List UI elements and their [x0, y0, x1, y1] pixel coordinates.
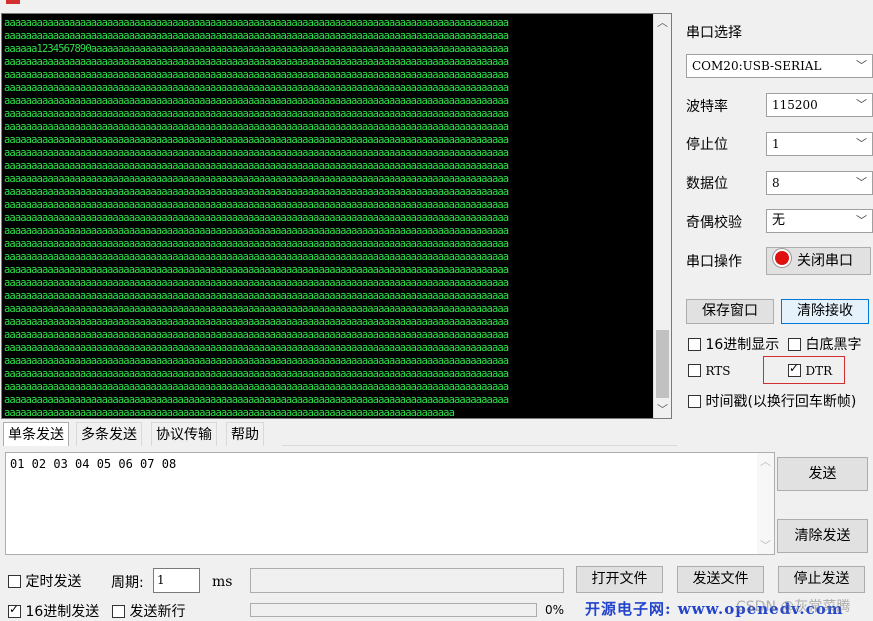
clear-send-button[interactable]: 清除发送 [777, 519, 868, 553]
tab-multi-send[interactable]: 多条发送 [76, 422, 142, 446]
baud-value: 115200 [772, 98, 818, 112]
period-unit: ms [212, 574, 233, 590]
tab-divider [282, 445, 677, 446]
save-window-button[interactable]: 保存窗口 [686, 299, 774, 324]
send-text: 01 02 03 04 05 06 07 08 [10, 457, 177, 471]
timestamp-checkbox[interactable] [688, 395, 701, 408]
watermark: CSDN @灰常菜腾 [736, 599, 851, 615]
scroll-down-icon[interactable]: ﹀ [654, 401, 671, 418]
chevron-down-icon: ﹀ [856, 214, 867, 227]
progress-percent: 0% [545, 603, 565, 617]
stop-bits-select[interactable]: 1 ﹀ [766, 132, 873, 156]
hex-send-option[interactable]: 16进制发送 [8, 601, 99, 621]
timed-send-label: 定时发送 [25, 574, 82, 590]
data-bits-select[interactable]: 8 ﹀ [766, 171, 873, 195]
send-newline-checkbox[interactable] [112, 605, 125, 618]
open-file-button[interactable]: 打开文件 [576, 566, 663, 593]
send-newline-option[interactable]: 发送新行 [112, 601, 185, 621]
dtr-label: DTR [805, 364, 833, 378]
stop-send-button[interactable]: 停止发送 [778, 566, 865, 593]
data-bits-value: 8 [772, 176, 780, 190]
send-scrollbar[interactable]: ︿ ﹀ [757, 453, 774, 554]
file-path-field[interactable] [250, 568, 564, 593]
timestamp-option[interactable]: 时间戳(以换行回车断帧) [688, 391, 856, 411]
rts-option[interactable]: RTS [688, 363, 731, 379]
chevron-down-icon: ﹀ [856, 137, 867, 150]
send-progress-bar [250, 603, 537, 617]
scroll-up-icon[interactable]: ︿ [757, 453, 774, 470]
stop-bits-value: 1 [772, 137, 780, 151]
tab-help[interactable]: 帮助 [226, 422, 264, 446]
receive-scrollbar[interactable]: ︿ ﹀ [653, 14, 671, 418]
rts-label: RTS [705, 364, 731, 378]
port-select[interactable]: COM20:USB-SERIAL ﹀ [686, 54, 873, 78]
hex-display-option[interactable]: 16进制显示 [688, 334, 779, 354]
send-button[interactable]: 发送 [777, 457, 868, 491]
period-input[interactable]: 1 [153, 568, 200, 593]
app-icon [6, 0, 20, 4]
receive-area[interactable]: aaaaaaaaaaaaaaaaaaaaaaaaaaaaaaaaaaaaaaaa… [1, 13, 672, 419]
chevron-down-icon: ﹀ [856, 59, 867, 72]
data-bits-label: 数据位 [686, 176, 728, 192]
parity-value: 无 [772, 213, 786, 228]
scroll-down-icon[interactable]: ﹀ [757, 537, 774, 554]
parity-select[interactable]: 无 ﹀ [766, 209, 873, 233]
send-newline-label: 发送新行 [129, 604, 186, 620]
tab-protocol[interactable]: 协议传输 [151, 422, 217, 446]
hex-display-label: 16进制显示 [705, 337, 780, 353]
timed-send-option[interactable]: 定时发送 [8, 571, 81, 591]
receive-text: aaaaaaaaaaaaaaaaaaaaaaaaaaaaaaaaaaaaaaaa… [4, 17, 509, 419]
timed-send-checkbox[interactable] [8, 575, 21, 588]
chevron-down-icon: ﹀ [856, 176, 867, 189]
send-file-button[interactable]: 发送文件 [677, 566, 764, 593]
white-bg-option[interactable]: 白底黑字 [788, 334, 861, 354]
port-value: COM20:USB-SERIAL [692, 59, 822, 73]
send-textarea[interactable]: 01 02 03 04 05 06 07 08 ︿ ﹀ [5, 452, 775, 555]
hex-send-label: 16进制发送 [25, 604, 100, 620]
dtr-option[interactable]: DTR [788, 361, 833, 379]
chevron-down-icon: ﹀ [856, 98, 867, 111]
scroll-thumb[interactable] [656, 330, 669, 398]
port-operate-label: 串口操作 [686, 254, 742, 270]
baud-select[interactable]: 115200 ﹀ [766, 93, 873, 117]
port-select-label: 串口选择 [686, 25, 742, 41]
white-bg-label: 白底黑字 [805, 337, 862, 353]
dtr-checkbox[interactable] [788, 361, 801, 377]
hex-display-checkbox[interactable] [688, 338, 701, 351]
parity-label: 奇偶校验 [686, 215, 742, 231]
scroll-up-icon[interactable]: ︿ [654, 14, 671, 31]
close-port-label: 关闭串口 [797, 253, 853, 269]
timestamp-label: 时间戳(以换行回车断帧) [705, 394, 857, 410]
period-value: 1 [157, 573, 165, 587]
tab-single-send[interactable]: 单条发送 [3, 422, 69, 446]
stop-bits-label: 停止位 [686, 137, 728, 153]
clear-receive-button[interactable]: 清除接收 [781, 299, 869, 324]
period-label: 周期: [111, 575, 144, 591]
white-bg-checkbox[interactable] [788, 338, 801, 351]
hex-send-checkbox[interactable] [8, 602, 21, 618]
rts-checkbox[interactable] [688, 364, 701, 377]
baud-label: 波特率 [686, 99, 728, 115]
close-port-button[interactable]: 关闭串口 [766, 247, 871, 275]
record-icon [773, 249, 791, 267]
